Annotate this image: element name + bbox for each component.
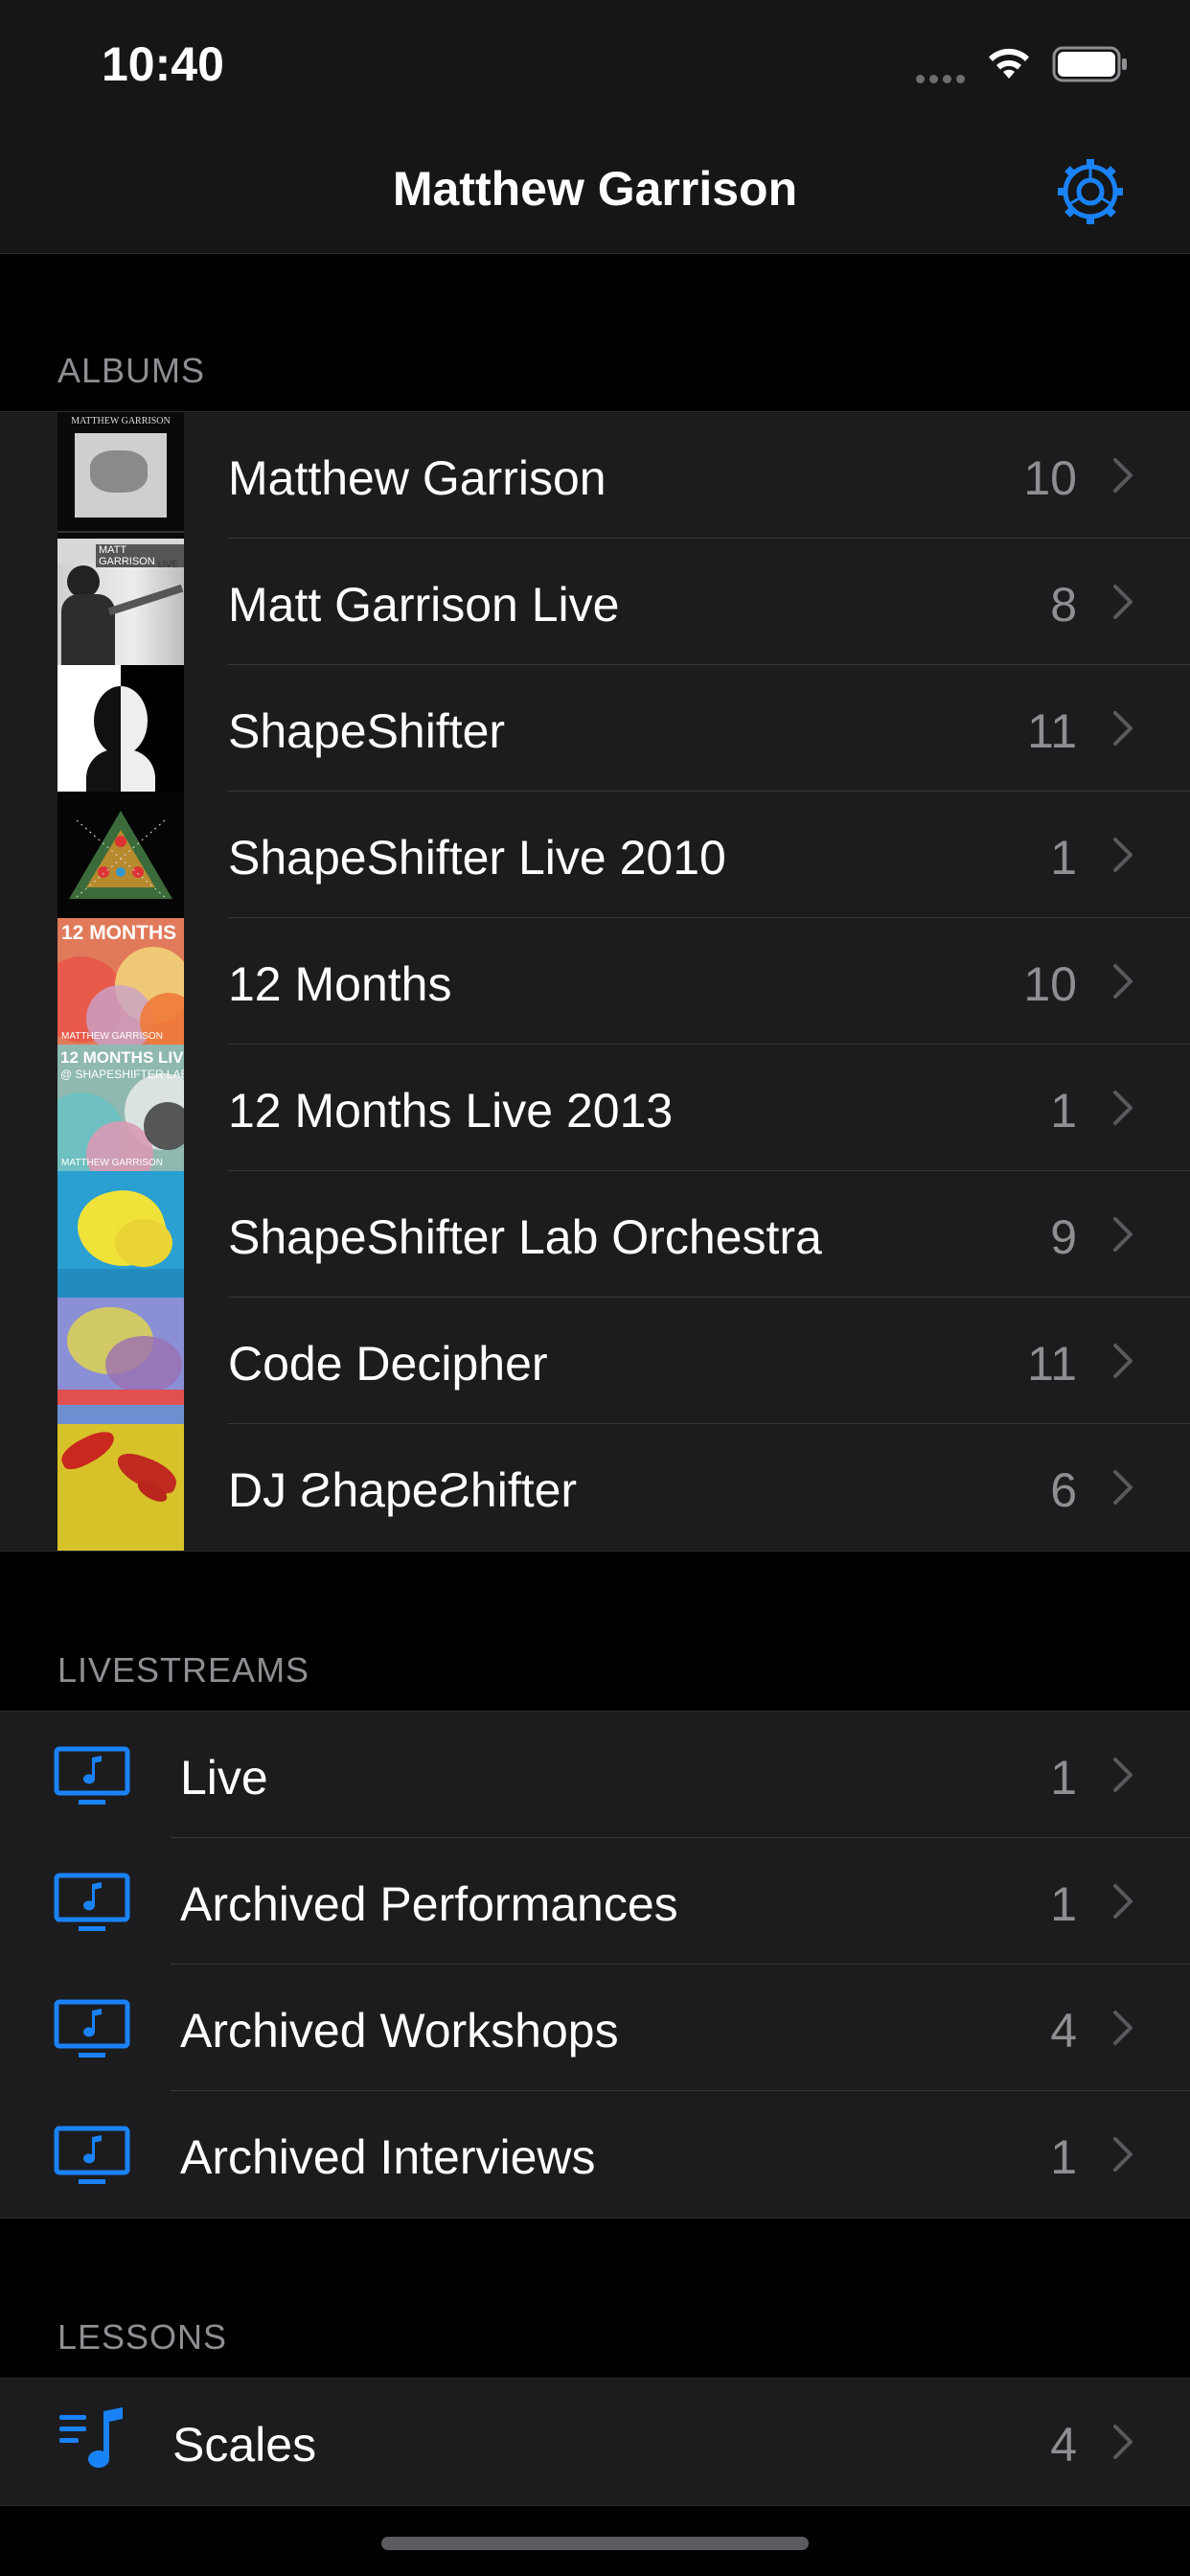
cover-subtitle: LIVE [157,560,178,570]
livestream-row-archived-performances[interactable]: Archived Performances 1 [0,1838,1190,1965]
album-cover-shapeshifter [57,665,184,792]
livestreams-list: Live 1 Archived Performances 1 Archived … [0,1711,1190,2219]
album-cover-dj-shapeshifter [57,1424,184,1551]
item-count: 4 [1050,2418,1077,2472]
track-count: 8 [1050,578,1077,632]
music-monitor-icon [54,1873,130,1931]
cellular-signal-icon [916,71,972,83]
album-cover-matt-garrison-live: MATT GARRISON LIVE [57,539,184,665]
album-title: ShapeShifter Live 2010 [228,831,726,885]
chevron-right-icon [1113,1884,1133,1919]
page-title: Matthew Garrison [392,162,798,216]
livestream-title: Archived Interviews [180,2130,596,2184]
chevron-right-icon [1113,1217,1133,1252]
album-cover-12-months-live-2013: 12 MONTHS LIVE @ SHAPESHIFTER LAB MATTHE… [57,1045,184,1171]
chevron-right-icon [1113,1091,1133,1125]
album-row-12-months[interactable]: 12 MONTHS MATTHEW GARRISON 12 Months 10 [0,918,1190,1045]
album-title: ShapeShifter Lab Orchestra [228,1210,822,1264]
album-title: Matt Garrison Live [228,578,620,632]
cover-artist: MATTHEW GARRISON [61,1158,163,1168]
livestream-title: Live [180,1751,268,1805]
track-count: 11 [1027,1337,1077,1391]
music-monitor-icon [54,2126,130,2184]
chevron-right-icon [1113,711,1133,746]
album-title: Code Decipher [228,1337,548,1391]
item-count: 4 [1050,2004,1077,2058]
cover-title: 12 MONTHS [61,922,177,944]
album-row-code-decipher[interactable]: Code Decipher 11 [0,1298,1190,1424]
album-title: 12 Months Live 2013 [228,1084,674,1138]
album-title: DJ ƧhapeƧhifter [228,1463,578,1517]
album-cover-matthew-garrison: MATTHEW GARRISON [57,412,184,539]
music-list-icon [59,2407,123,2469]
track-count: 1 [1050,1084,1077,1138]
album-row-shapeshifter-live-2010[interactable]: ShapeShifter Live 2010 1 [0,792,1190,918]
lessons-list: Scales 4 [0,2378,1190,2506]
music-monitor-icon [54,1746,130,1805]
home-indicator[interactable] [381,2537,809,2550]
album-cover-shapeshifter-lab-orchestra [57,1171,184,1298]
album-row-matthew-garrison[interactable]: MATTHEW GARRISON Matthew Garrison 10 [0,412,1190,539]
track-count: 1 [1050,831,1077,885]
cover-subtitle: @ SHAPESHIFTER LAB [60,1068,184,1081]
music-monitor-icon [54,1999,130,2058]
livestream-title: Archived Performances [180,1877,678,1931]
cover-title: MATTHEW GARRISON [71,416,171,426]
album-cover-12-months: 12 MONTHS MATTHEW GARRISON [57,918,184,1045]
status-bar: 10:40 [0,0,1190,134]
status-time: 10:40 [102,37,224,91]
livestreams-section-header: LIVESTREAMS [57,1650,310,1690]
chevron-right-icon [1113,2425,1133,2459]
navigation-bar: Matthew Garrison [0,134,1190,254]
cover-subtitle: MATTHEW GARRISON [61,1031,163,1042]
album-cover-shapeshifter-live-2010 [57,792,184,918]
battery-icon [1052,46,1127,82]
wifi-icon [989,48,1029,79]
chevron-right-icon [1113,964,1133,999]
livestream-title: Archived Workshops [180,2004,619,2058]
livestream-row-archived-workshops[interactable]: Archived Workshops 4 [0,1965,1190,2091]
track-count: 10 [1023,451,1077,505]
chevron-right-icon [1113,2137,1133,2172]
livestream-row-live[interactable]: Live 1 [0,1712,1190,1838]
lessons-section-header: LESSONS [57,2317,228,2357]
album-row-dj-shapeshifter[interactable]: DJ ƧhapeƧhifter 6 [0,1424,1190,1551]
chevron-right-icon [1113,585,1133,619]
settings-gear-icon[interactable] [1054,155,1127,228]
chevron-right-icon [1113,838,1133,872]
album-row-shapeshifter-lab-orchestra[interactable]: ShapeShifter Lab Orchestra 9 [0,1171,1190,1298]
album-cover-code-decipher [57,1298,184,1424]
chevron-right-icon [1113,1758,1133,1792]
chevron-right-icon [1113,2011,1133,2045]
album-row-shapeshifter[interactable]: ShapeShifter 11 [0,665,1190,792]
album-row-12-months-live-2013[interactable]: 12 MONTHS LIVE @ SHAPESHIFTER LAB MATTHE… [0,1045,1190,1171]
item-count: 1 [1050,2130,1077,2184]
track-count: 10 [1023,957,1077,1011]
item-count: 1 [1050,1751,1077,1805]
albums-list: MATTHEW GARRISON Matthew Garrison 10 MAT… [0,411,1190,1552]
item-count: 1 [1050,1877,1077,1931]
cover-title: 12 MONTHS LIVE [60,1048,184,1067]
albums-section-header: ALBUMS [57,351,206,390]
album-title: 12 Months [228,957,452,1011]
track-count: 6 [1050,1463,1077,1517]
livestream-row-archived-interviews[interactable]: Archived Interviews 1 [0,2091,1190,2218]
chevron-right-icon [1113,1470,1133,1505]
lesson-row-scales[interactable]: Scales 4 [0,2379,1190,2505]
track-count: 9 [1050,1210,1077,1264]
chevron-right-icon [1113,458,1133,493]
album-title: Matthew Garrison [228,451,606,505]
chevron-right-icon [1113,1344,1133,1378]
album-row-matt-garrison-live[interactable]: MATT GARRISON LIVE Matt Garrison Live 8 [0,539,1190,665]
album-title: ShapeShifter [228,704,506,758]
track-count: 11 [1027,704,1077,758]
lesson-title: Scales [172,2418,317,2472]
